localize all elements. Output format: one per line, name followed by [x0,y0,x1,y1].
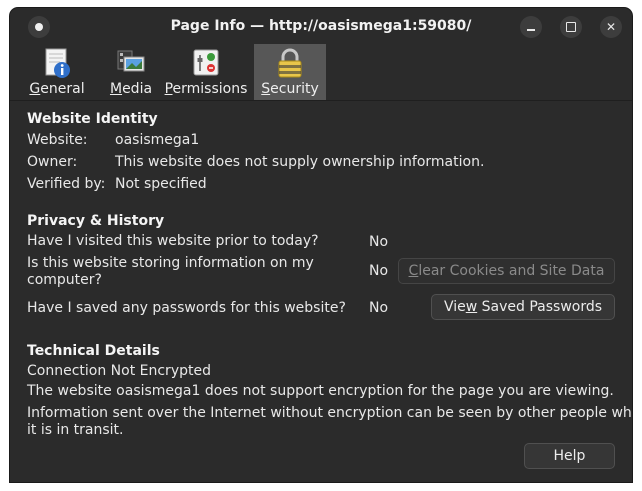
minimize-icon [527,29,535,31]
tab-media-label-rest: edia [122,81,153,97]
tab-permissions[interactable]: Permissions [162,44,250,100]
website-identity-heading: Website Identity [27,111,158,127]
tab-general-label-rest: eneral [40,81,85,97]
website-value: oasismega1 [115,132,200,148]
storing-question-line2: computer? [27,272,102,288]
verified-by-label: Verified by: [27,176,106,192]
permissions-icon [193,49,219,76]
tab-security-label-rest: ecurity [270,81,319,97]
maximize-button[interactable] [560,16,582,38]
minimize-button[interactable] [520,16,542,38]
tab-permissions-label-rest: ermissions [172,81,248,97]
maximize-icon [566,22,576,32]
storing-question-line1: Is this website storing information on m… [27,255,314,271]
encryption-notice: The website oasismega1 does not support … [27,383,614,399]
owner-label: Owner: [27,154,78,170]
transit-warning-line2: it is in transit. [27,422,124,438]
tab-general-accesskey: G [29,81,41,97]
passwords-answer: No [369,300,389,316]
visited-question: Have I visited this website prior to tod… [27,233,319,249]
menu-dot-icon [35,23,43,31]
tab-security-accesskey: S [261,81,271,97]
close-button[interactable]: ✕ [600,16,622,38]
visited-answer: No [369,234,389,250]
media-icon [117,50,145,72]
passwords-question: Have I saved any passwords for this webs… [27,300,346,316]
privacy-history-heading: Privacy & History [27,213,165,229]
website-label: Website: [27,132,88,148]
owner-value: This website does not supply ownership i… [115,154,485,170]
tab-media[interactable]: Media [100,44,162,100]
technical-details-heading: Technical Details [27,343,160,359]
storing-answer: No [369,263,389,279]
tab-media-accesskey: M [109,81,123,97]
tab-security[interactable]: Security [254,44,326,100]
connection-status: Connection Not Encrypted [27,363,211,379]
window-title: Page Info — http://oasismega1:59080/ [170,18,472,34]
title-bar: Page Info — http://oasismega1:59080/ ✕ [10,8,632,44]
verified-by-value: Not specified [115,176,207,192]
info-page-icon [45,48,70,78]
transit-warning-line1: Information sent over the Internet witho… [27,405,632,421]
page-info-window: Page Info — http://oasismega1:59080/ ✕ G… [10,8,632,482]
help-button[interactable]: Help [524,443,615,469]
tab-permissions-accesskey: P [164,81,173,97]
tab-general[interactable]: General [16,44,98,100]
close-icon: ✕ [605,20,617,34]
tab-bar: General Media Permissions Security [10,44,632,101]
lock-icon [278,48,302,78]
view-saved-passwords-button[interactable]: View Saved Passwords [431,294,615,320]
clear-cookies-button[interactable]: Clear Cookies and Site Data [398,258,615,284]
window-menu-button[interactable] [28,16,50,38]
